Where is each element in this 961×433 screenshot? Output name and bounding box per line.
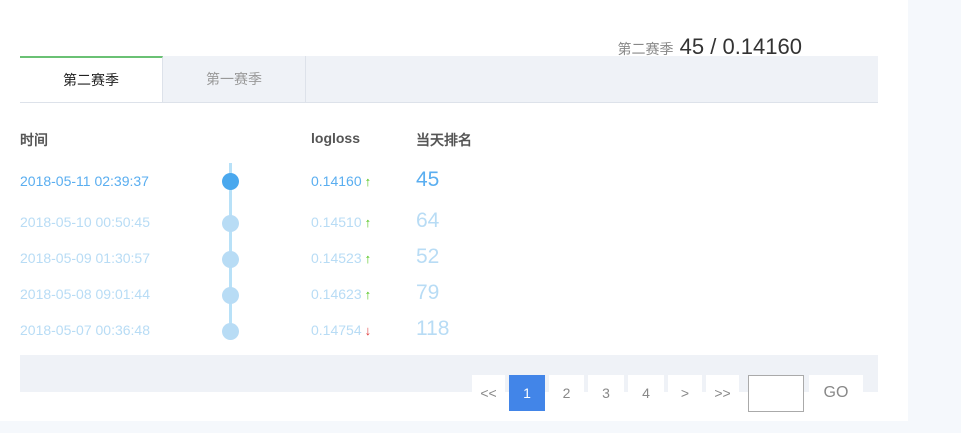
table-row: 2018-05-08 09:01:44 0.14623 ↑ 79 [0, 281, 880, 316]
row-time: 2018-05-10 00:50:45 [20, 214, 150, 230]
arrow-up-icon: ↑ [364, 251, 372, 266]
first-page-button[interactable]: << [472, 375, 505, 411]
header-logloss: logloss [311, 130, 361, 146]
page-3-button[interactable]: 3 [588, 375, 624, 411]
table-row: 2018-05-10 00:50:45 0.14510 ↑ 64 [0, 209, 880, 244]
timeline-dot [222, 251, 239, 268]
row-time: 2018-05-07 00:36:48 [20, 322, 150, 338]
row-rank: 64 [416, 209, 440, 232]
last-page-button[interactable]: >> [706, 375, 739, 411]
header-rank: 当天排名 [416, 132, 472, 148]
row-logloss: 0.14510 [311, 214, 362, 230]
timeline-dot [222, 215, 239, 232]
main-panel: 第二赛季 45 / 0.14160 第二赛季 第一赛季 时间 logloss 当… [0, 0, 908, 421]
page-1-button[interactable]: 1 [509, 375, 545, 411]
row-rank: 45 [416, 168, 440, 191]
summary-label: 第二赛季 [617, 41, 674, 57]
header-time: 时间 [20, 132, 48, 148]
timeline-dot [222, 323, 239, 340]
next-page-button[interactable]: > [668, 375, 702, 411]
timeline-dot [222, 173, 239, 190]
row-rank: 52 [416, 245, 440, 268]
row-time: 2018-05-09 01:30:57 [20, 250, 150, 266]
row-logloss: 0.14754 [311, 322, 362, 338]
tab-season-1[interactable]: 第一赛季 [163, 56, 306, 102]
table-row: 2018-05-11 02:39:37 0.14160 ↑ 45 [0, 168, 880, 203]
page-2-button[interactable]: 2 [549, 375, 584, 411]
row-time: 2018-05-08 09:01:44 [20, 286, 150, 302]
table-row: 2018-05-07 00:36:48 0.14754 ↓ 118 [0, 317, 880, 352]
row-rank: 79 [416, 281, 440, 304]
row-logloss: 0.14523 [311, 250, 362, 266]
page-jump-input[interactable] [748, 375, 804, 412]
go-button[interactable]: GO [809, 375, 863, 411]
row-time: 2018-05-11 02:39:37 [20, 173, 149, 189]
arrow-down-icon: ↓ [364, 323, 372, 338]
row-logloss: 0.14160 [311, 173, 362, 189]
arrow-up-icon: ↑ [364, 287, 372, 302]
arrow-up-icon: ↑ [364, 215, 372, 230]
table-row: 2018-05-09 01:30:57 0.14523 ↑ 52 [0, 245, 880, 280]
row-rank: 118 [416, 317, 450, 340]
timeline-dot [222, 287, 239, 304]
tab-season-2[interactable]: 第二赛季 [20, 56, 163, 102]
row-logloss: 0.14623 [311, 286, 362, 302]
arrow-up-icon: ↑ [364, 174, 372, 189]
season-tabs: 第二赛季 第一赛季 [20, 56, 878, 103]
page-4-button[interactable]: 4 [628, 375, 664, 411]
